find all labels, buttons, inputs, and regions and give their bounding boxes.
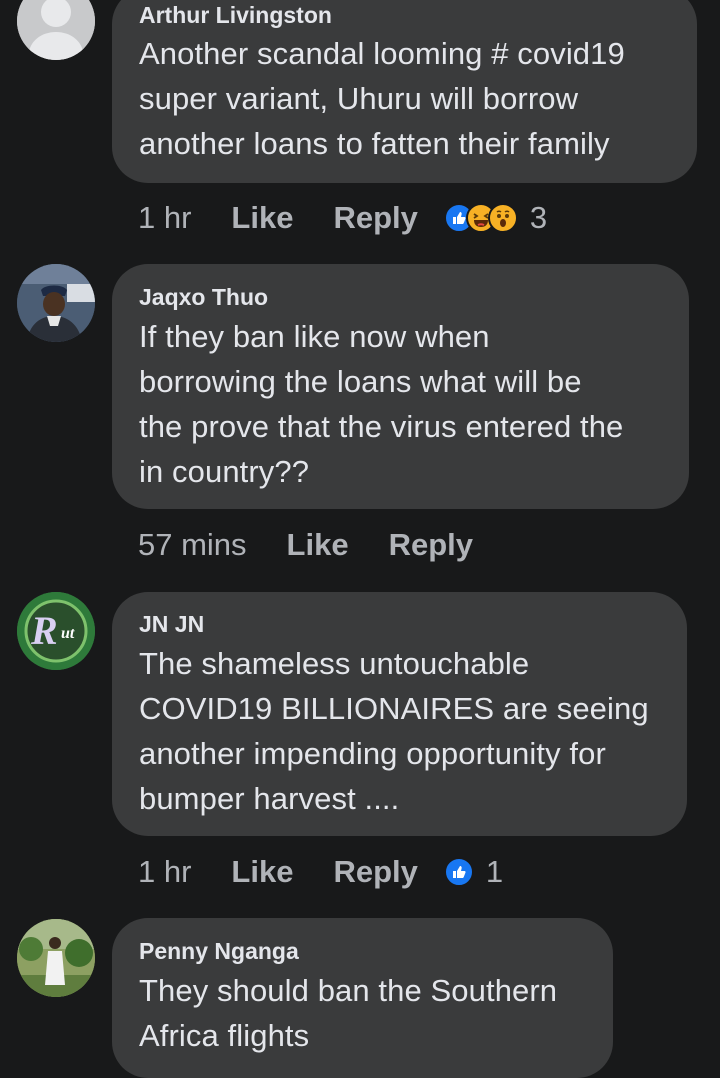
reaction-count: 3 <box>529 200 548 235</box>
comment-bubble[interactable]: Penny Nganga They should ban the Souther… <box>112 918 613 1078</box>
comment-text-line: bumper harvest .... <box>139 781 400 816</box>
comment-bubble[interactable]: Jaqxo Thuo If they ban like now when bor… <box>112 264 689 509</box>
comment-text: The shameless untouchable COVID19 BILLIO… <box>139 641 667 821</box>
comment-text-line: Africa flights <box>139 1018 310 1053</box>
comment-text-line: in country?? <box>139 454 310 489</box>
comment-text-line: super variant, Uhuru will borrow <box>139 81 579 116</box>
avatar[interactable] <box>17 264 95 342</box>
comment-text-line: They should ban the Southern <box>139 973 558 1008</box>
comment-author[interactable]: JN JN <box>139 610 204 638</box>
reply-button[interactable]: Reply <box>389 527 473 563</box>
comment-text-line: another impending opportunity for <box>139 736 606 771</box>
comment-author[interactable]: Arthur Livingston <box>139 1 332 29</box>
svg-text:ut: ut <box>61 625 75 642</box>
default-profile-icon <box>17 0 95 60</box>
comment-text-line: borrowing the loans what will be <box>139 364 582 399</box>
comment-text-line: The shameless untouchable <box>139 646 530 681</box>
avatar[interactable] <box>17 919 95 997</box>
comment-timestamp[interactable]: 1 hr <box>138 200 191 236</box>
comment-actions: 1 hr Like Reply 1 <box>138 852 503 892</box>
comment-text: If they ban like now when borrowing the … <box>139 314 669 494</box>
comment-actions: 1 hr Like Reply 3 <box>138 198 547 238</box>
comment-timestamp[interactable]: 1 hr <box>138 854 191 890</box>
profile-logo-icon: R ut <box>17 592 95 670</box>
comment-bubble[interactable]: JN JN The shameless untouchable COVID19 … <box>112 592 687 836</box>
avatar[interactable] <box>17 0 95 60</box>
comment-bubble[interactable]: Arthur Livingston Another scandal loomin… <box>112 0 697 183</box>
comment-author[interactable]: Jaqxo Thuo <box>139 283 268 311</box>
profile-photo-icon <box>17 264 95 342</box>
comment-text-line: Another scandal looming # covid19 <box>139 36 625 71</box>
svg-text:R: R <box>30 608 58 653</box>
like-button[interactable]: Like <box>287 527 349 563</box>
comment-timestamp[interactable]: 57 mins <box>138 527 247 563</box>
comment-author[interactable]: Penny Nganga <box>139 937 299 965</box>
profile-photo-icon <box>17 919 95 997</box>
reaction-summary[interactable]: 3 <box>443 200 548 236</box>
wow-reaction-icon <box>487 203 518 233</box>
comment-text-line: COVID19 BILLIONAIRES are seeing <box>139 691 649 726</box>
comment-text-line: the prove that the virus entered the <box>139 409 624 444</box>
reply-button[interactable]: Reply <box>333 200 417 236</box>
reaction-summary[interactable]: 1 <box>443 854 504 890</box>
reply-button[interactable]: Reply <box>333 854 417 890</box>
avatar[interactable]: R ut <box>17 592 95 670</box>
comment-text: Another scandal looming # covid19 super … <box>139 31 677 166</box>
comment-actions: 57 mins Like Reply <box>138 525 513 565</box>
reaction-count: 1 <box>485 854 504 889</box>
like-reaction-icon <box>443 857 474 887</box>
like-button[interactable]: Like <box>231 854 293 890</box>
like-button[interactable]: Like <box>231 200 293 236</box>
comment-text-line: another loans to fatten their family <box>139 126 610 161</box>
comment-text-line: If they ban like now when <box>139 319 490 354</box>
